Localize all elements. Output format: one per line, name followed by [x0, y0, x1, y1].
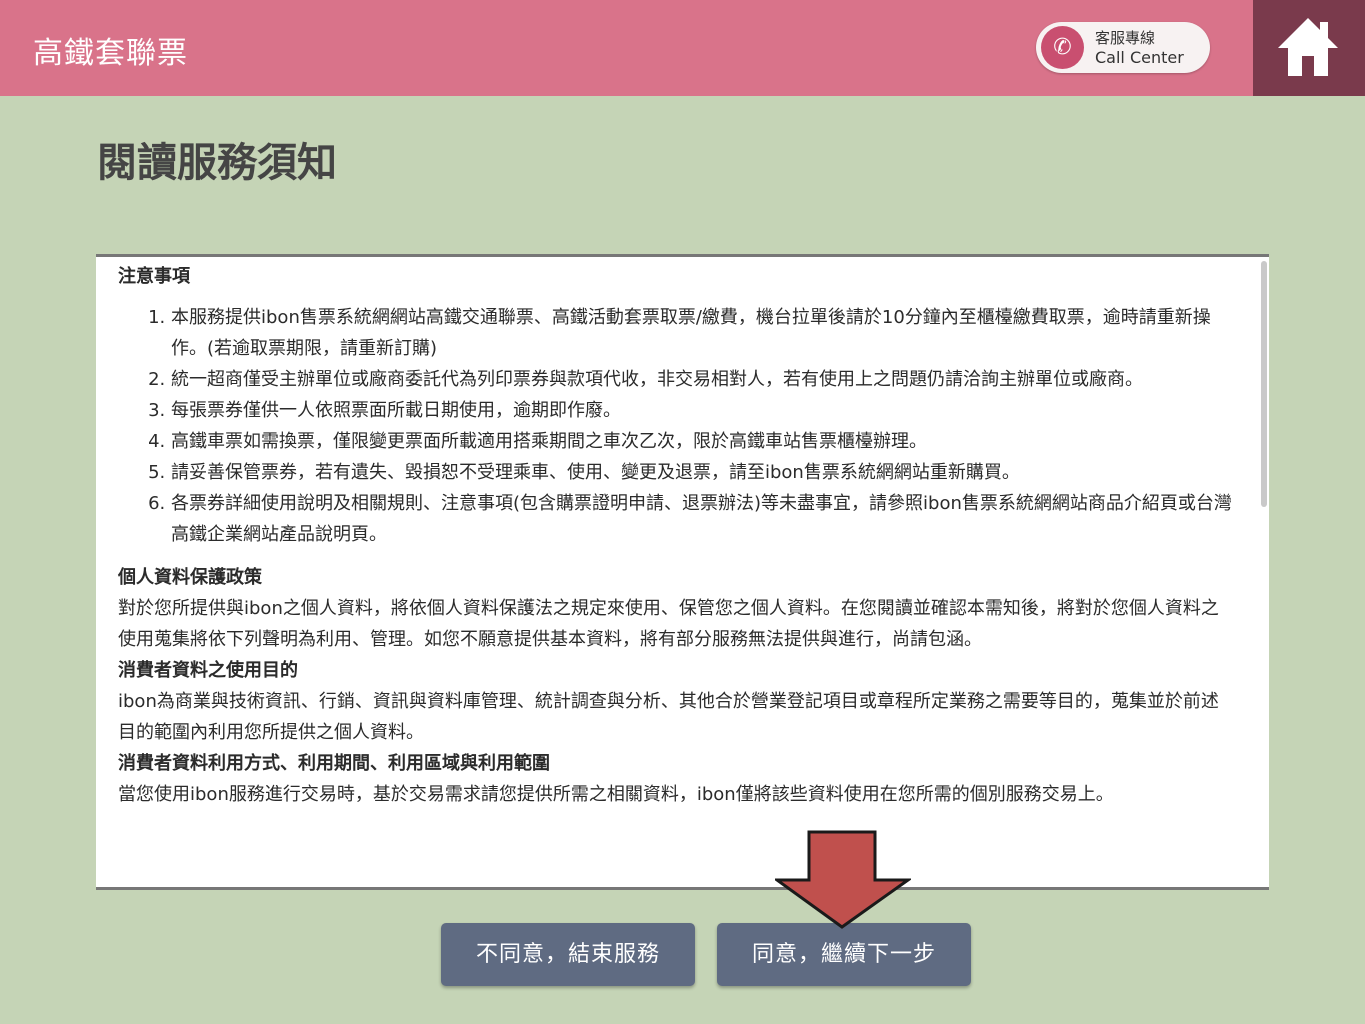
phone-icon: ✆	[1041, 26, 1084, 69]
list-item: 每張票券僅供一人依照票面所載日期使用，逾期即作廢。	[171, 395, 1236, 426]
header-bar: 高鐵套聯票 ✆ 客服專線 Call Center	[0, 0, 1253, 96]
call-center-button[interactable]: ✆ 客服專線 Call Center	[1036, 22, 1210, 73]
privacy-section-text: 對於您所提供與ibon之個人資料，將依個人資料保護法之規定來使用、保管您之個人資…	[118, 598, 1219, 650]
call-center-label-en: Call Center	[1095, 48, 1184, 67]
list-item: 統一超商僅受主辦單位或廠商委託代為列印票券與款項代收，非交易相對人，若有使用上之…	[171, 364, 1236, 395]
service-notice-panel[interactable]: 注意事項 本服務提供ibon售票系統網網站高鐵交通聯票、高鐵活動套票取票/繳費，…	[96, 254, 1269, 890]
purpose-section-text: ibon為商業與技術資訊、行銷、資訊與資料庫管理、統計調查與分析、其他合於營業登…	[118, 691, 1219, 743]
home-button[interactable]	[1253, 0, 1365, 96]
page-title: 閱讀服務須知	[97, 140, 337, 186]
arrow-down-icon	[775, 830, 911, 929]
notice-content: 注意事項 本服務提供ibon售票系統網網站高鐵交通聯票、高鐵活動套票取票/繳費，…	[118, 261, 1236, 810]
scrollbar[interactable]	[1261, 261, 1267, 507]
notice-section-title: 注意事項	[118, 266, 190, 287]
app-title: 高鐵套聯票	[33, 36, 188, 71]
privacy-section-title: 個人資料保護政策	[118, 567, 262, 588]
decline-button[interactable]: 不同意，結束服務	[441, 923, 695, 986]
usage-section-title: 消費者資料利用方式、利用期間、利用區域與利用範圍	[118, 753, 550, 774]
notice-rules-list: 本服務提供ibon售票系統網網站高鐵交通聯票、高鐵活動套票取票/繳費，機台拉單後…	[118, 302, 1236, 550]
agree-button[interactable]: 同意，繼續下一步	[717, 923, 971, 986]
list-item: 本服務提供ibon售票系統網網站高鐵交通聯票、高鐵活動套票取票/繳費，機台拉單後…	[171, 302, 1236, 364]
list-item: 各票券詳細使用說明及相關規則、注意事項(包含購票證明申請、退票辦法)等未盡事宜，…	[171, 488, 1236, 550]
usage-section-text: 當您使用ibon服務進行交易時，基於交易需求請您提供所需之相關資料，ibon僅將…	[118, 784, 1114, 805]
list-item: 高鐵車票如需換票，僅限變更票面所載適用搭乘期間之車次乙次，限於高鐵車站售票櫃檯辦…	[171, 426, 1236, 457]
purpose-section-title: 消費者資料之使用目的	[118, 660, 298, 681]
call-center-label-cn: 客服專線	[1095, 29, 1156, 47]
home-icon	[1278, 18, 1338, 76]
list-item: 請妥善保管票券，若有遺失、毀損恕不受理乘車、使用、變更及退票，請至ibon售票系…	[171, 457, 1236, 488]
